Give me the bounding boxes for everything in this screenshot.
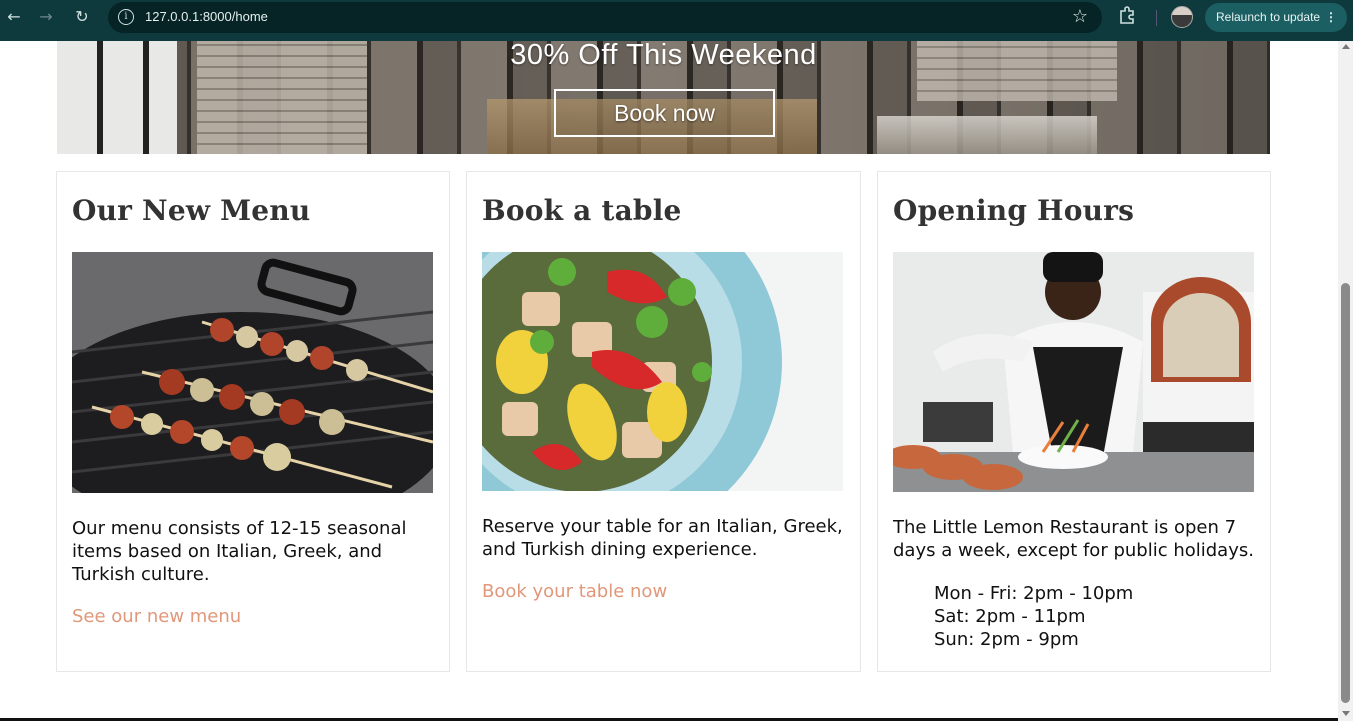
toolbar-divider bbox=[1156, 10, 1157, 26]
book-now-button[interactable]: Book now bbox=[554, 89, 775, 137]
book-table-link[interactable]: Book your table now bbox=[482, 581, 667, 602]
more-menu-icon[interactable]: ⋮ bbox=[1325, 3, 1337, 32]
url-text[interactable]: 127.0.0.1:8000/home bbox=[145, 9, 268, 24]
hero-dining-table-right bbox=[877, 116, 1097, 154]
card-title: Our New Menu bbox=[72, 194, 311, 227]
scrollbar-thumb[interactable] bbox=[1341, 283, 1350, 703]
forward-arrow-icon[interactable]: → bbox=[32, 6, 60, 28]
grill-skewers-image bbox=[72, 252, 433, 493]
back-arrow-icon[interactable]: ← bbox=[0, 6, 28, 28]
hours-list: Mon - Fri: 2pm - 10pm Sat: 2pm - 11pm Su… bbox=[934, 582, 1133, 651]
card-title: Opening Hours bbox=[893, 194, 1135, 227]
relaunch-label: Relaunch to update bbox=[1216, 10, 1321, 24]
site-info-icon[interactable]: i bbox=[118, 9, 134, 25]
card-text: Reserve your table for an Italian, Greek… bbox=[482, 516, 843, 560]
profile-avatar[interactable] bbox=[1171, 6, 1193, 28]
opening-hours-card: Opening Hours The Little Lemon Restauran… bbox=[877, 171, 1271, 672]
browser-toolbar: ← → ↻ i 127.0.0.1:8000/home ☆ Relaunch t… bbox=[0, 0, 1353, 41]
card-title: Book a table bbox=[482, 194, 682, 227]
salad-plate-image bbox=[482, 252, 843, 491]
scroll-up-icon[interactable] bbox=[1342, 44, 1350, 49]
card-text: Our menu consists of 12-15 seasonal item… bbox=[72, 518, 407, 585]
bookmark-star-icon[interactable]: ☆ bbox=[1072, 6, 1088, 27]
hours-saturday: Sat: 2pm - 11pm bbox=[934, 606, 1086, 627]
reload-icon[interactable]: ↻ bbox=[68, 6, 96, 28]
hero-banner: 30% Off This Weekend Book now bbox=[57, 41, 1270, 154]
relaunch-button[interactable]: Relaunch to update ⋮ bbox=[1205, 3, 1347, 32]
menu-card: Our New Menu Our menu consists of 12-15 … bbox=[56, 171, 450, 672]
see-menu-link[interactable]: See our new menu bbox=[72, 606, 241, 627]
card-text: The Little Lemon Restaurant is open 7 da… bbox=[893, 517, 1254, 561]
hours-sunday: Sun: 2pm - 9pm bbox=[934, 629, 1079, 650]
extensions-puzzle-icon[interactable] bbox=[1118, 6, 1138, 26]
chef-cooking-image bbox=[893, 252, 1254, 492]
hours-weekday: Mon - Fri: 2pm - 10pm bbox=[934, 583, 1134, 604]
book-table-card: Book a table Reserve your table for an I… bbox=[466, 171, 861, 672]
address-bar[interactable]: i 127.0.0.1:8000/home ☆ bbox=[108, 2, 1102, 33]
scroll-down-icon[interactable] bbox=[1342, 711, 1350, 716]
hero-title: 30% Off This Weekend bbox=[510, 41, 817, 71]
